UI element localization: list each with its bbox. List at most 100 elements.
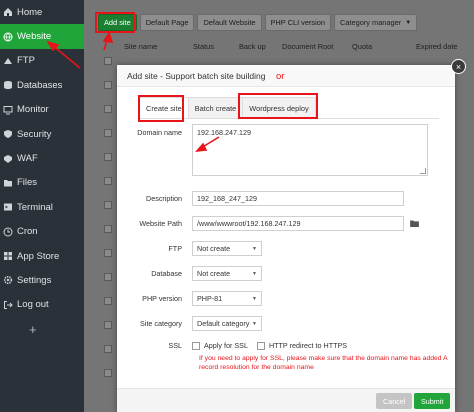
column-quota: Quota <box>352 42 373 51</box>
php-select[interactable]: PHP-81 ▼ <box>192 291 262 306</box>
description-row: Description 192_168_247_129 <box>117 191 455 206</box>
shield-icon <box>3 129 13 139</box>
column-backup: Back up <box>239 42 266 51</box>
row-checkbox[interactable] <box>104 129 112 137</box>
ssl-hint: If you need to apply for SSL, please mak… <box>199 355 448 371</box>
submit-button[interactable]: Submit <box>414 393 451 409</box>
sidebar-item-label: Website <box>17 31 52 43</box>
path-row: Website Path /www/wwwroot/192.168.247.12… <box>117 216 455 231</box>
folder-icon <box>3 178 13 188</box>
annotation-box-wordpress <box>238 93 318 119</box>
row-checkbox[interactable] <box>104 225 112 233</box>
monitor-icon <box>3 105 13 115</box>
sidebar-item-terminal[interactable]: Terminal <box>0 195 84 219</box>
sidebar-item-label: WAF <box>17 153 38 165</box>
sidebar-add-button[interactable]: + <box>0 317 84 341</box>
sidebar-item-databases[interactable]: Databases <box>0 73 84 97</box>
row-checkbox[interactable] <box>104 201 112 209</box>
row-checkbox[interactable] <box>104 81 112 89</box>
database-row: Database Not create ▼ <box>117 266 455 281</box>
ftp-select[interactable]: Not create ▼ <box>192 241 262 256</box>
resize-handle[interactable] <box>420 168 426 174</box>
globe-icon <box>3 32 13 42</box>
apply-ssl-option[interactable]: Apply for SSL <box>192 341 248 350</box>
table-header: Site name Status Back up Document Root Q… <box>98 40 474 54</box>
php-cli-button[interactable]: PHP CLI version <box>264 14 331 31</box>
sidebar-item-label: Home <box>17 6 43 18</box>
gear-icon <box>3 275 13 285</box>
toolbar: Add site Default Page Default Website PH… <box>98 14 418 31</box>
ssl-label: SSL <box>168 341 182 350</box>
clock-icon <box>3 227 13 237</box>
description-label: Description <box>146 194 182 203</box>
category-select[interactable]: Default category ▼ <box>192 316 262 331</box>
home-icon <box>3 7 13 17</box>
annotation-box-create-site <box>138 95 184 122</box>
column-status[interactable]: Status <box>193 42 214 51</box>
default-website-button[interactable]: Default Website <box>197 14 262 31</box>
database-select[interactable]: Not create ▼ <box>192 266 262 281</box>
row-checkbox[interactable] <box>104 249 112 257</box>
sidebar-item-home[interactable]: Home <box>0 0 84 24</box>
close-icon[interactable]: × <box>451 59 466 74</box>
domain-textarea[interactable]: 192.168.247.129 <box>192 124 428 176</box>
row-checkbox[interactable] <box>104 369 112 377</box>
sidebar-item-label: Settings <box>17 274 52 286</box>
row-checkbox[interactable] <box>104 273 112 281</box>
column-site-name[interactable]: Site name <box>124 42 157 51</box>
ftp-label: FTP <box>168 244 182 253</box>
path-label: Website Path <box>139 219 182 228</box>
row-checkbox[interactable] <box>104 345 112 353</box>
sidebar-item-label: Log out <box>17 299 49 311</box>
sidebar-item-label: Cron <box>17 226 38 238</box>
php-label: PHP version <box>142 294 182 303</box>
sidebar-item-security[interactable]: Security <box>0 122 84 146</box>
cancel-button[interactable]: Cancel <box>376 393 413 409</box>
sidebar-item-files[interactable]: Files <box>0 171 84 195</box>
row-checkbox[interactable] <box>104 105 112 113</box>
row-checkbox[interactable] <box>104 321 112 329</box>
domain-value: 192.168.247.129 <box>197 128 251 137</box>
sidebar-item-log-out[interactable]: Log out <box>0 293 84 317</box>
waf-icon <box>3 154 13 164</box>
category-label: Site category <box>140 319 182 328</box>
category-row: Site category Default category ▼ <box>117 316 455 331</box>
sidebar-item-settings[interactable]: Settings <box>0 268 84 292</box>
category-manager-label: Category manager <box>340 18 402 27</box>
tab-batch-create[interactable]: Batch create <box>187 97 244 119</box>
row-checkbox[interactable] <box>104 177 112 185</box>
terminal-icon <box>3 202 13 212</box>
ftp-icon <box>3 56 13 66</box>
sidebar-item-label: Files <box>17 177 38 189</box>
row-checkboxes <box>104 57 112 393</box>
path-input[interactable]: /www/wwwroot/192.168.247.129 <box>192 216 404 231</box>
row-checkbox[interactable] <box>104 153 112 161</box>
row-checkbox[interactable] <box>104 57 112 65</box>
annotation-box-add-site <box>95 12 135 33</box>
apply-ssl-checkbox[interactable] <box>192 341 200 350</box>
category-manager-select[interactable]: Category manager ▼ <box>334 14 418 31</box>
default-page-button[interactable]: Default Page <box>139 14 195 31</box>
sidebar-item-label: App Store <box>17 250 60 262</box>
folder-icon[interactable] <box>410 220 419 227</box>
sidebar-item-monitor[interactable]: Monitor <box>0 98 84 122</box>
sidebar-item-cron[interactable]: Cron <box>0 220 84 244</box>
annotation-or-text: or <box>276 71 285 82</box>
sidebar-item-label: FTP <box>17 55 35 67</box>
apply-ssl-label: Apply for SSL <box>204 341 248 350</box>
https-redirect-label: HTTP redirect to HTTPS <box>268 341 348 350</box>
column-expired-date[interactable]: Expired date <box>416 42 458 51</box>
database-select-value: Not create <box>197 269 231 278</box>
row-checkbox[interactable] <box>104 297 112 305</box>
https-redirect-option[interactable]: HTTP redirect to HTTPS <box>256 341 348 350</box>
description-input[interactable]: 192_168_247_129 <box>192 191 404 206</box>
sidebar-item-waf[interactable]: WAF <box>0 146 84 170</box>
https-redirect-checkbox[interactable] <box>256 341 265 350</box>
sidebar-item-app-store[interactable]: App Store <box>0 244 84 268</box>
sidebar: Home Website FTP Databases Monitor Secur… <box>0 0 84 412</box>
sidebar-item-website[interactable]: Website <box>0 24 84 49</box>
sidebar-item-ftp[interactable]: FTP <box>0 49 84 73</box>
domain-label: Domain name <box>137 128 182 137</box>
chevron-down-icon: ▼ <box>252 270 257 277</box>
ftp-row: FTP Not create ▼ <box>117 241 455 256</box>
